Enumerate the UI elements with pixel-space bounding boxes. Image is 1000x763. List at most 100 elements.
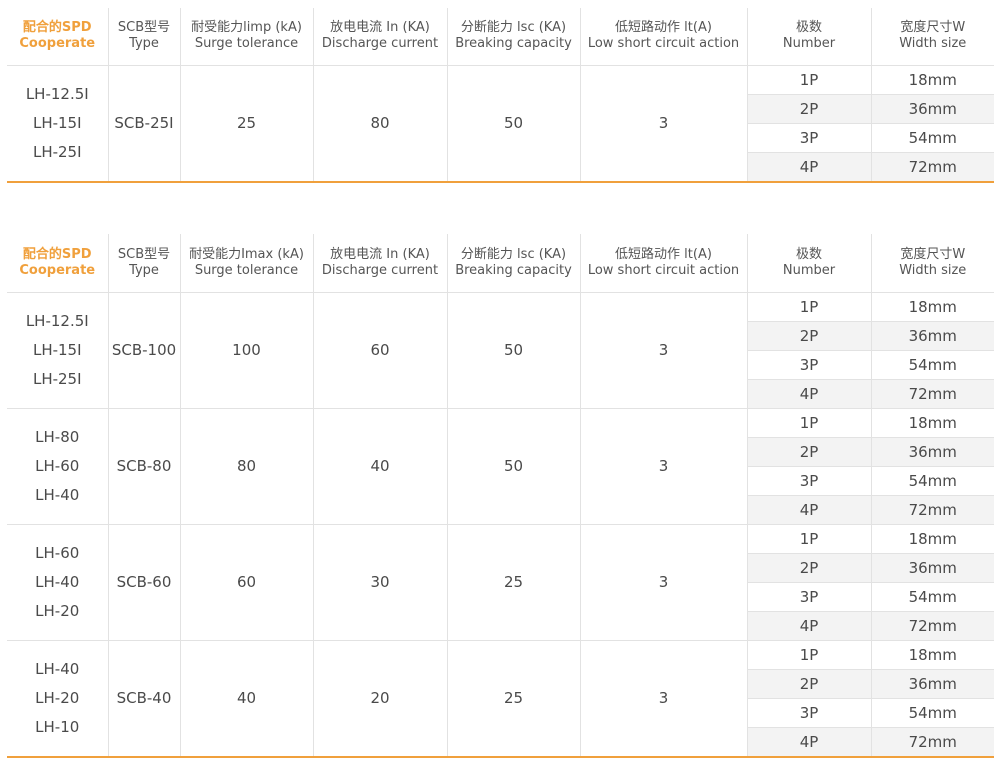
column-header: 宽度尺寸W Width size [871, 234, 994, 293]
column-header-en: Surge tolerance [194, 36, 299, 52]
spd-model: LH-15I [32, 340, 82, 359]
scb-type-cell: SCB-80 [108, 408, 181, 525]
poles-cell: 4P [747, 379, 872, 409]
poles-cell: 3P [747, 123, 872, 153]
column-header-zh: 放电电流 In (KA) [330, 20, 430, 36]
width-cell: 18mm [871, 65, 994, 95]
width-cell: 54mm [871, 582, 994, 612]
column-header-en: Cooperate [19, 262, 96, 278]
low-short-circuit-cell: 3 [580, 524, 748, 641]
width-cell: 72mm [871, 379, 994, 409]
breaking-capacity-cell: 50 [447, 292, 581, 409]
width-cell: 72mm [871, 727, 994, 757]
table-group: LH-60 LH-40 LH-20 SCB-60 60 30 25 3 1P 18mm 2P 36mm… [7, 524, 994, 641]
poles-cell: 2P [747, 437, 872, 467]
column-header-zh: 极数 [795, 246, 822, 262]
poles-cell: 4P [747, 495, 872, 525]
poles-cell: 4P [747, 727, 872, 757]
surge-tolerance-cell: 25 [180, 65, 314, 182]
width-cell: 72mm [871, 152, 994, 182]
column-header-zh: 配合的SPD [22, 246, 92, 262]
spd-cell: LH-60 LH-40 LH-20 [7, 524, 109, 641]
column-header: 宽度尺寸W Width size [871, 8, 994, 66]
column-header-zh: 分断能力 lsc (KA) [460, 20, 567, 36]
header-row: 配合的SPD Cooperate SCB型号 Type 耐受能力Imax (kA) Sur… [7, 234, 994, 293]
spd-cell: LH-12.5I LH-15I LH-25I [7, 292, 109, 409]
width-cell: 54mm [871, 466, 994, 496]
breaking-capacity-cell: 25 [447, 524, 581, 641]
spd-model: LH-40 [35, 659, 80, 678]
poles-cell: 3P [747, 466, 872, 496]
column-header-en: Discharge current [321, 36, 439, 52]
column-header-en: Width size [899, 36, 967, 52]
spd-model: LH-10 [35, 717, 80, 736]
spd-model: LH-40 [35, 572, 80, 591]
width-cell: 18mm [871, 640, 994, 670]
table-header: 配合的SPD Cooperate SCB型号 Type 耐受能力limp (kA) Sur… [7, 8, 994, 66]
spd-model: LH-60 [35, 456, 80, 475]
poles-cell: 2P [747, 553, 872, 583]
width-cell: 72mm [871, 611, 994, 641]
width-cell: 72mm [871, 495, 994, 525]
table-row: LH-60 LH-40 LH-20 SCB-60 60 30 25 3 1P 18mm [7, 524, 994, 641]
poles-cell: 3P [747, 350, 872, 380]
column-header-en: Number [782, 262, 836, 278]
width-cell: 18mm [871, 408, 994, 438]
scb-type-cell: SCB-60 [108, 524, 181, 641]
spd-cell: LH-80 LH-60 LH-40 [7, 408, 109, 525]
spec-table-1: 配合的SPD Cooperate SCB型号 Type 耐受能力limp (kA) Sur… [7, 8, 994, 183]
column-header: 放电电流 In (KA) Discharge current [313, 8, 448, 66]
column-header-zh: SCB型号 [117, 20, 171, 36]
spd-model: LH-12.5I [25, 84, 89, 103]
width-cell: 54mm [871, 698, 994, 728]
table-row: LH-12.5I LH-15I LH-25I SCB-25I 25 80 50 3 1P 18mm [7, 65, 994, 182]
column-header-zh: 配合的SPD [22, 20, 92, 36]
poles-cell: 2P [747, 94, 872, 124]
column-header-en: Cooperate [19, 36, 96, 52]
poles-cell: 1P [747, 640, 872, 670]
table-header: 配合的SPD Cooperate SCB型号 Type 耐受能力Imax (kA) Sur… [7, 234, 994, 293]
poles-cell: 3P [747, 698, 872, 728]
surge-tolerance-cell: 60 [180, 524, 314, 641]
spec-table-2: 配合的SPD Cooperate SCB型号 Type 耐受能力Imax (kA) Sur… [7, 234, 994, 758]
column-header-en: Type [129, 262, 159, 278]
column-header: 低短路动作 lt(A) Low short circuit action [580, 234, 748, 293]
spd-model: LH-12.5I [25, 311, 89, 330]
column-header-en: Surge tolerance [194, 262, 299, 278]
spd-model: LH-20 [35, 688, 80, 707]
scb-type-cell: SCB-40 [108, 640, 181, 757]
spd-model: LH-25I [32, 369, 82, 388]
column-header: 分断能力 lsc (KA) Breaking capacity [447, 234, 581, 293]
spd-cell: LH-40 LH-20 LH-10 [7, 640, 109, 757]
width-cell: 36mm [871, 321, 994, 351]
column-header: 分断能力 lsc (KA) Breaking capacity [447, 8, 581, 66]
width-cell: 36mm [871, 553, 994, 583]
column-header: 放电电流 In (KA) Discharge current [313, 234, 448, 293]
spd-model: LH-40 [35, 485, 80, 504]
spd-model: LH-60 [35, 543, 80, 562]
low-short-circuit-cell: 3 [580, 65, 748, 182]
width-cell: 54mm [871, 350, 994, 380]
column-header: 极数 Number [747, 234, 872, 293]
spd-model: LH-20 [35, 601, 80, 620]
spd-model: LH-15I [32, 113, 82, 132]
surge-tolerance-cell: 40 [180, 640, 314, 757]
column-header: 配合的SPD Cooperate [7, 8, 109, 66]
low-short-circuit-cell: 3 [580, 292, 748, 409]
poles-cell: 1P [747, 524, 872, 554]
column-header-zh: 耐受能力limp (kA) [191, 20, 302, 36]
table-group: LH-80 LH-60 LH-40 SCB-80 80 40 50 3 1P 18mm 2P 36mm… [7, 408, 994, 525]
column-header-en: Discharge current [321, 262, 439, 278]
column-header: 耐受能力limp (kA) Surge tolerance [180, 8, 314, 66]
column-header-en: Low short circuit action [587, 36, 740, 52]
spd-model: LH-25I [32, 142, 82, 161]
low-short-circuit-cell: 3 [580, 640, 748, 757]
column-header: 极数 Number [747, 8, 872, 66]
column-header-en: Number [782, 36, 836, 52]
discharge-current-cell: 30 [313, 524, 448, 641]
surge-tolerance-cell: 80 [180, 408, 314, 525]
column-header: SCB型号 Type [108, 234, 181, 293]
table-group: LH-40 LH-20 LH-10 SCB-40 40 20 25 3 1P 18mm 2P 36mm… [7, 640, 994, 757]
width-cell: 54mm [871, 123, 994, 153]
spd-cell: LH-12.5I LH-15I LH-25I [7, 65, 109, 182]
